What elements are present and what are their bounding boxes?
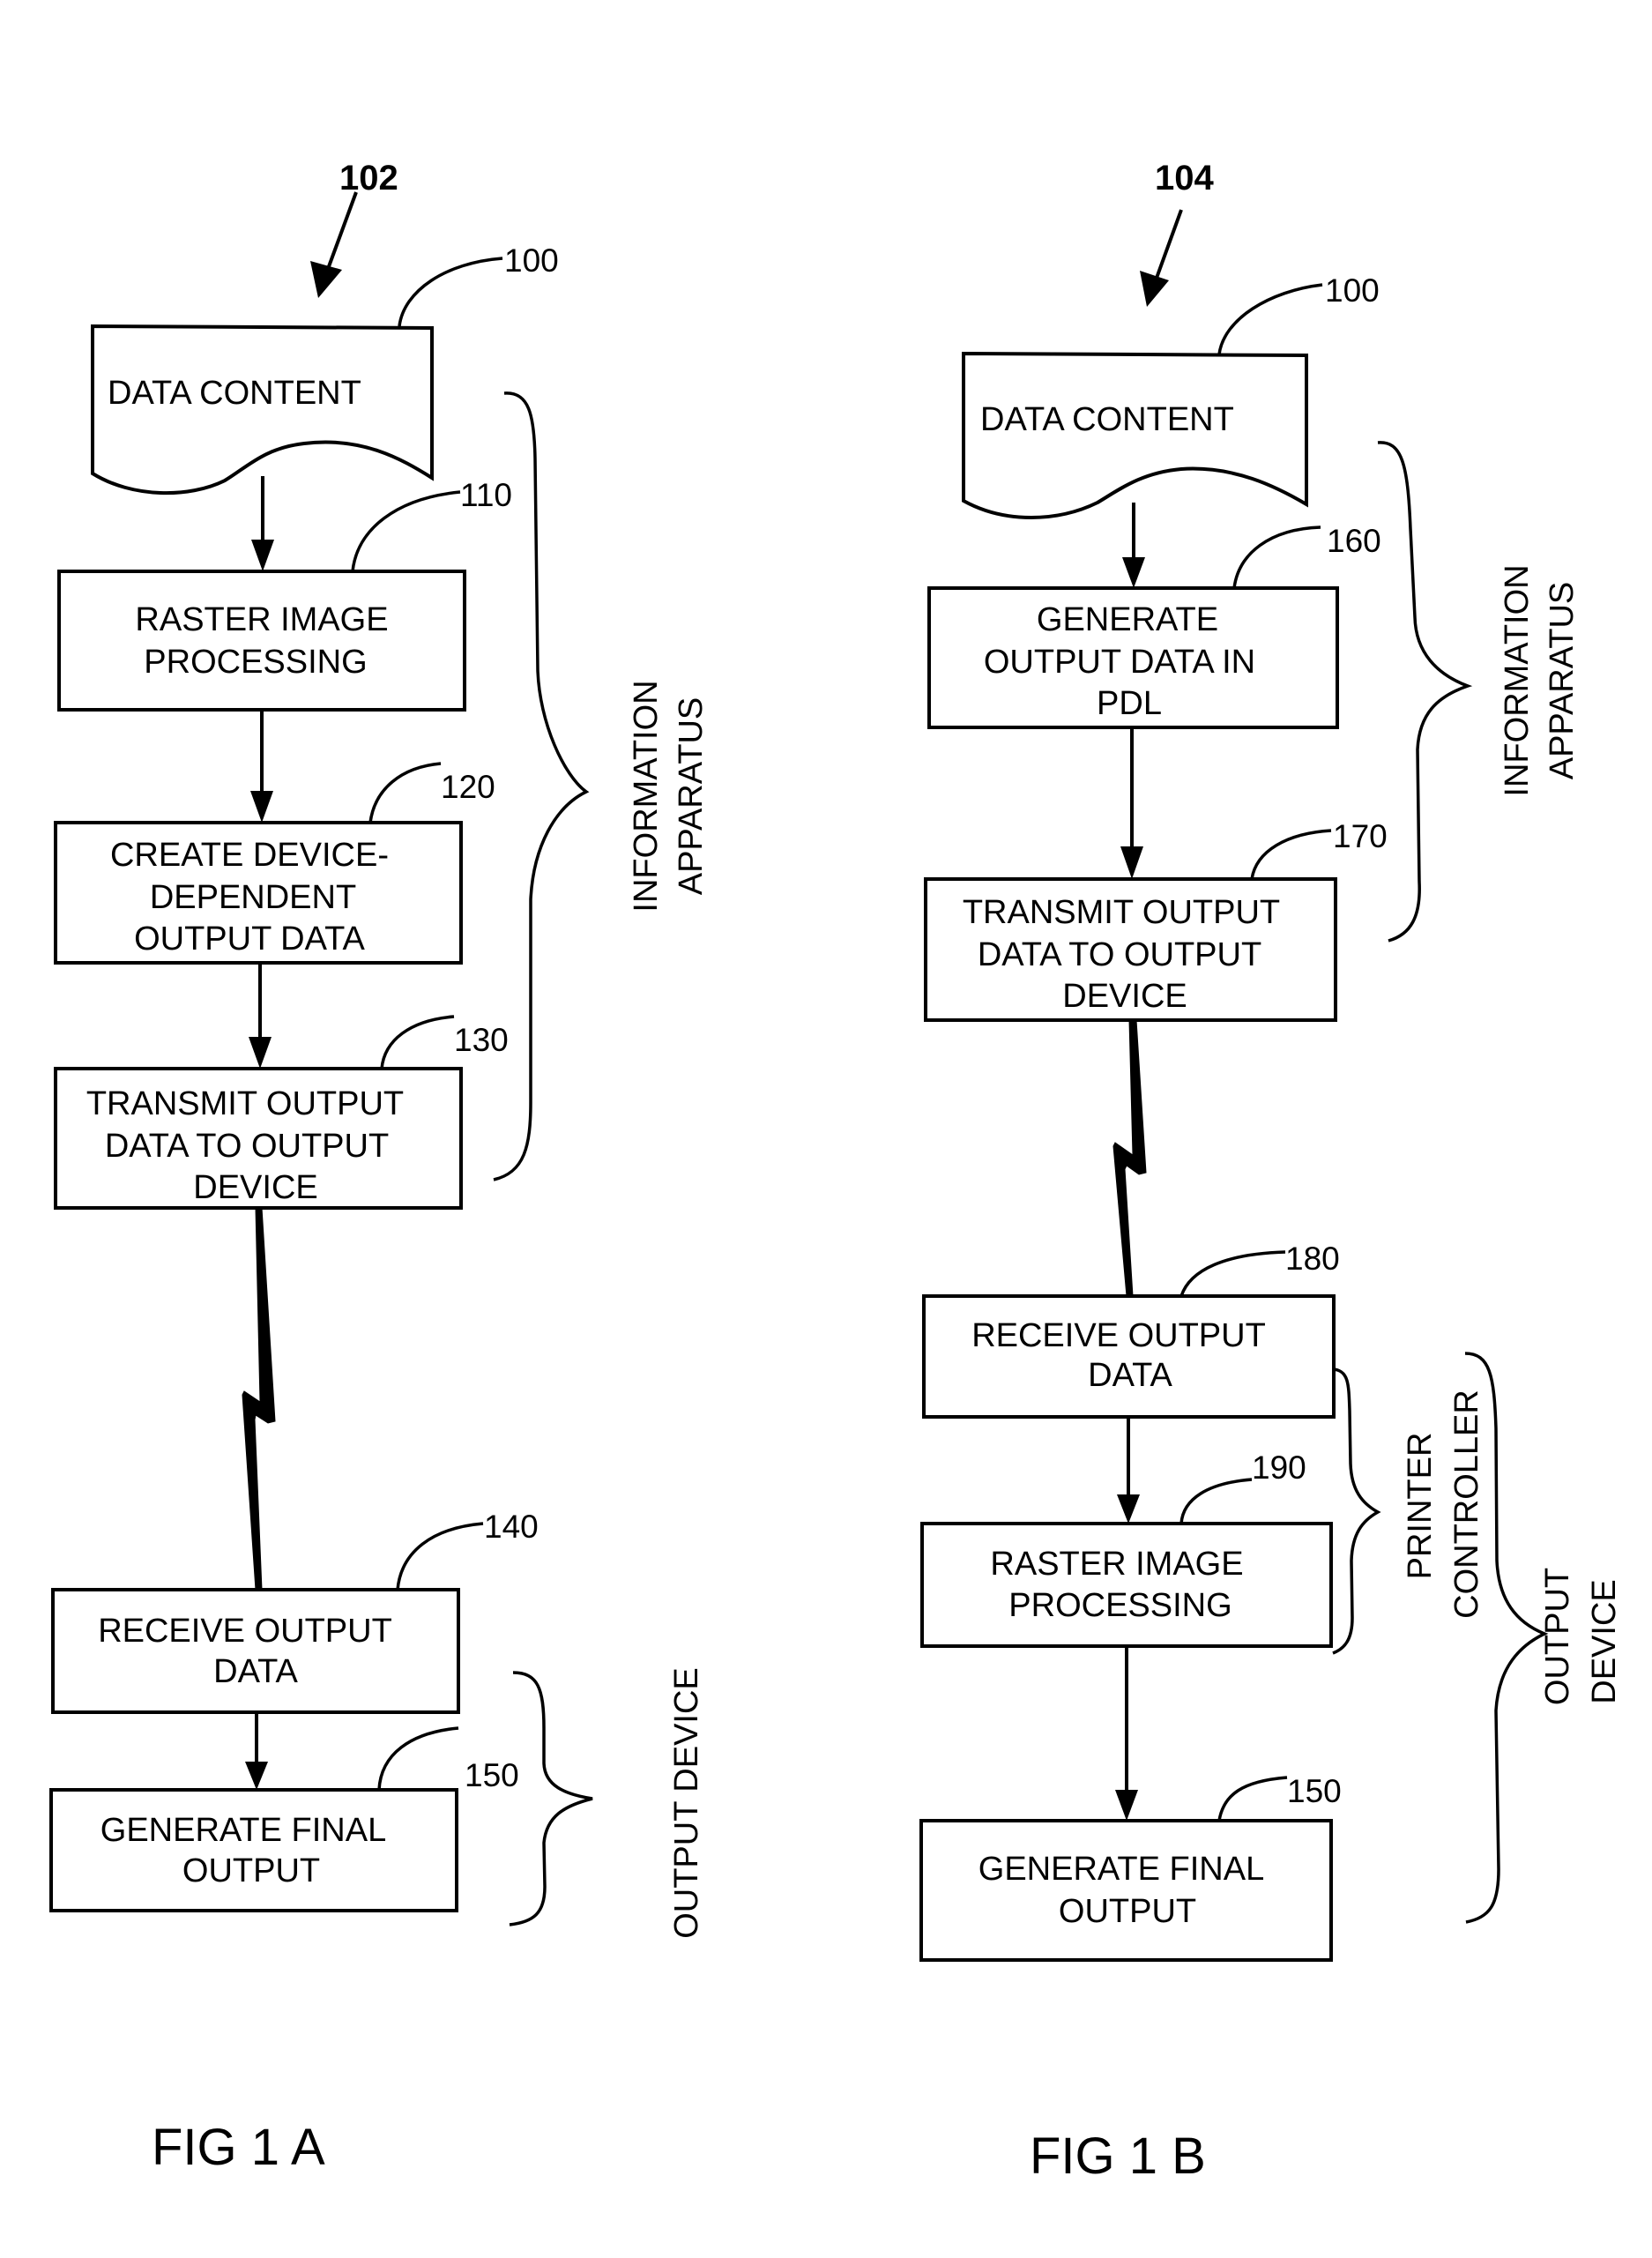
wireless-link-icon (242, 1207, 276, 1591)
svg-text:DEVICE: DEVICE (1586, 1579, 1623, 1703)
leader-line (1179, 1250, 1286, 1297)
ref-number: 180 (1285, 1241, 1340, 1277)
step-box-170: TRANSMIT OUTPUT DATA TO OUTPUT DEVICE (924, 877, 1337, 1022)
step-text-line: RASTER IMAGE (135, 601, 388, 638)
leader-line (396, 1522, 484, 1591)
leader-line (1232, 525, 1321, 589)
step-text-line: DATA (1088, 1357, 1172, 1394)
document-label: DATA CONTENT (980, 401, 1234, 438)
figure-caption: FIG 1 B (1030, 2128, 1206, 2185)
data-content-document: DATA CONTENT (962, 351, 1308, 519)
svg-text:OUTPUT: OUTPUT (1539, 1568, 1576, 1705)
step-text-line: DATA TO OUTPUT (978, 936, 1261, 973)
step-box-110: RASTER IMAGE PROCESSING (57, 570, 466, 712)
figure-ref-label: 102 (339, 159, 398, 197)
svg-text:INFORMATION: INFORMATION (1499, 564, 1536, 796)
ref-number: 170 (1333, 818, 1388, 854)
pointer-arrow-icon (1140, 209, 1183, 307)
figure-1b: 104 DATA CONTENT 100 GENERATE OUTPUT DAT… (919, 159, 1623, 2185)
flow-arrow (1117, 1417, 1140, 1524)
information-apparatus-label: INFORMATION APPARATUS (1499, 564, 1581, 796)
flow-arrow (1120, 727, 1143, 879)
step-text-line: PROCESSING (144, 644, 367, 681)
step-text-line: TRANSMIT OUTPUT (963, 894, 1280, 931)
leader-line (351, 490, 461, 572)
figure-ref-label: 104 (1155, 159, 1214, 197)
ref-number: 150 (465, 1757, 519, 1793)
ref-number: 100 (1325, 272, 1380, 309)
printer-controller-label: PRINTER CONTROLLER (1402, 1390, 1485, 1619)
step-box-130: TRANSMIT OUTPUT DATA TO OUTPUT DEVICE (54, 1067, 463, 1210)
step-text-line: RECEIVE OUTPUT (971, 1317, 1266, 1354)
leader-line (1179, 1478, 1253, 1524)
step-text-line: RASTER IMAGE (990, 1546, 1243, 1583)
step-box-150: GENERATE FINAL OUTPUT (49, 1788, 458, 1912)
step-text-line: OUTPUT DATA IN (984, 644, 1255, 681)
step-box-190: RASTER IMAGE PROCESSING (920, 1522, 1333, 1648)
step-box-120: CREATE DEVICE- DEPENDENT OUTPUT DATA (54, 821, 463, 965)
document-label: DATA CONTENT (108, 375, 361, 412)
ref-number: 160 (1327, 523, 1381, 559)
svg-text:APPARATUS: APPARATUS (1544, 582, 1581, 780)
ref-number: 110 (460, 477, 512, 513)
ref-number: 100 (504, 242, 559, 279)
step-text-line: GENERATE FINAL (100, 1812, 386, 1849)
step-text-line: RECEIVE OUTPUT (98, 1613, 392, 1650)
ref-number: 190 (1252, 1449, 1306, 1486)
ref-number: 130 (454, 1022, 509, 1058)
step-text-line: PROCESSING (1008, 1587, 1232, 1624)
svg-text:INFORMATION: INFORMATION (628, 680, 665, 912)
ref-number: 140 (484, 1509, 539, 1545)
step-text-line: OUTPUT (182, 1852, 320, 1889)
leader-line (380, 1015, 455, 1069)
leader-line (368, 762, 442, 823)
step-text-line: TRANSMIT OUTPUT (86, 1085, 404, 1122)
step-text-line: GENERATE (1037, 601, 1218, 638)
step-box-150: GENERATE FINAL OUTPUT (919, 1819, 1333, 1962)
step-text-line: DEPENDENT (150, 879, 356, 916)
svg-text:APPARATUS: APPARATUS (673, 697, 710, 896)
ref-number: 120 (441, 769, 495, 805)
flow-arrow (251, 476, 274, 571)
step-text-line: DEVICE (193, 1169, 317, 1206)
flow-arrow (245, 1712, 268, 1790)
step-box-160: GENERATE OUTPUT DATA IN PDL (927, 586, 1339, 729)
flow-arrow (1122, 503, 1145, 588)
step-text-line: OUTPUT (1059, 1893, 1196, 1930)
figure-caption: FIG 1 A (152, 2119, 325, 2176)
printer-controller-brace (1332, 1367, 1381, 1655)
output-device-label: OUTPUT DEVICE (1539, 1568, 1623, 1705)
pointer-arrow-icon (310, 191, 358, 298)
step-box-140: RECEIVE OUTPUT DATA (51, 1588, 460, 1714)
step-text-line: DATA (213, 1653, 298, 1690)
step-text-line: DEVICE (1062, 978, 1187, 1015)
step-text-line: OUTPUT DATA (134, 920, 365, 958)
step-text-line: PDL (1097, 685, 1162, 722)
flow-arrow (250, 710, 273, 823)
svg-text:OUTPUT DEVICE: OUTPUT DEVICE (668, 1667, 705, 1939)
leader-line (1250, 829, 1332, 880)
step-text-line: GENERATE FINAL (979, 1851, 1264, 1888)
step-text-line: CREATE DEVICE- (110, 837, 389, 874)
flow-arrow (249, 963, 272, 1069)
wireless-link-icon (1112, 1019, 1147, 1297)
data-content-document: DATA CONTENT (91, 324, 434, 496)
patent-figure-sheet: 102 DATA CONTENT 100 RASTER IMAGE PROCES… (49, 159, 1623, 2185)
step-text-line: DATA TO OUTPUT (105, 1128, 389, 1165)
leader-line (377, 1726, 459, 1791)
figure-1a: 102 DATA CONTENT 100 RASTER IMAGE PROCES… (49, 159, 710, 2176)
ref-number: 150 (1287, 1773, 1342, 1809)
output-device-label: OUTPUT DEVICE (668, 1667, 705, 1939)
svg-text:CONTROLLER: CONTROLLER (1448, 1390, 1485, 1619)
step-box-180: RECEIVE OUTPUT DATA (922, 1294, 1336, 1419)
leader-line (1217, 283, 1323, 355)
leader-line (398, 257, 503, 327)
flow-arrow (1115, 1646, 1138, 1821)
leader-line (1217, 1776, 1288, 1822)
output-device-brace (509, 1671, 593, 1926)
information-apparatus-brace (1377, 441, 1473, 943)
information-apparatus-label: INFORMATION APPARATUS (628, 680, 710, 912)
svg-text:PRINTER: PRINTER (1402, 1433, 1439, 1580)
